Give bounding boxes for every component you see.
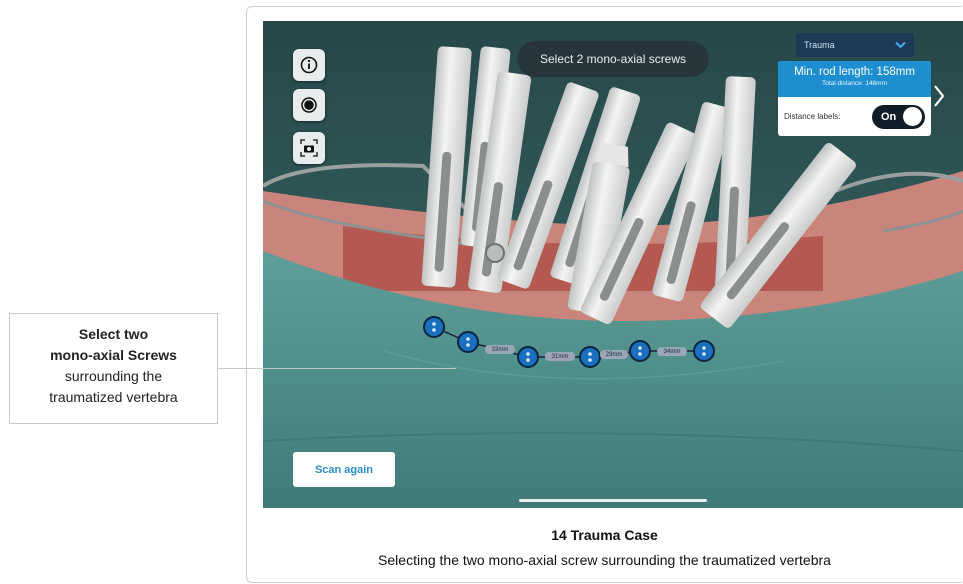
screw-marker-icon (702, 346, 706, 356)
min-rod-length: Min. rod length: 158mm (794, 66, 915, 78)
screw-marker[interactable] (457, 331, 479, 353)
callout-line-4: traumatized vertebra (49, 389, 178, 405)
distance-label: 34mm (657, 347, 687, 356)
info-button[interactable] (293, 49, 325, 81)
info-icon (300, 56, 318, 74)
camera-capture-icon (300, 139, 318, 157)
chevron-down-icon (895, 41, 906, 49)
annotation-callout: Select two mono-axial Screws surrounding… (9, 313, 218, 424)
ar-camera-view[interactable]: Select 2 mono-axial screws Trauma Min. r… (263, 21, 963, 508)
screw-marker[interactable] (517, 346, 539, 368)
figure-caption-subtitle: Selecting the two mono-axial screw surro… (378, 552, 831, 568)
instruction-banner: Select 2 mono-axial screws (517, 41, 709, 77)
screw-marker[interactable] (693, 340, 715, 362)
distance-labels-label: Distance labels: (784, 112, 841, 121)
callout-leader-line (218, 368, 456, 369)
case-type-dropdown[interactable]: Trauma (796, 33, 914, 57)
screw-marker-icon (526, 352, 530, 362)
callout-line-3: surrounding the (64, 368, 163, 384)
toggle-state-label: On (881, 110, 897, 123)
rod-length-panel: Min. rod length: 158mm Total distance: 1… (778, 61, 931, 136)
callout-line-2: mono-axial Screws (50, 347, 177, 363)
distance-label: 29mm (600, 350, 628, 359)
total-distance: Total distance: 148mm (821, 80, 888, 87)
toggle-knob (903, 107, 922, 126)
screw-marker[interactable] (579, 346, 601, 368)
case-type-value: Trauma (804, 40, 835, 50)
scan-again-button[interactable]: Scan again (293, 452, 395, 487)
distance-label: 31mm (545, 352, 575, 361)
rod-length-header: Min. rod length: 158mm Total distance: 1… (778, 61, 931, 97)
capture-button[interactable] (293, 132, 325, 164)
home-indicator[interactable] (519, 499, 707, 502)
screw-marker-icon (588, 352, 592, 362)
distance-labels-row: Distance labels: On (778, 97, 931, 136)
figure-caption-title: 14 Trauma Case (551, 527, 658, 543)
screw-marker-icon (432, 322, 436, 332)
screw-marker-icon (466, 337, 470, 347)
screw-marker-icon (638, 346, 642, 356)
record-icon (301, 97, 317, 113)
chevron-right-icon[interactable] (932, 83, 946, 109)
screw-marker[interactable] (629, 340, 651, 362)
record-button[interactable] (293, 89, 325, 121)
screw-marker[interactable] (423, 316, 445, 338)
callout-line-1: Select two (78, 326, 149, 342)
distance-labels-toggle[interactable]: On (872, 104, 925, 129)
distance-label: 33mm (485, 345, 515, 354)
